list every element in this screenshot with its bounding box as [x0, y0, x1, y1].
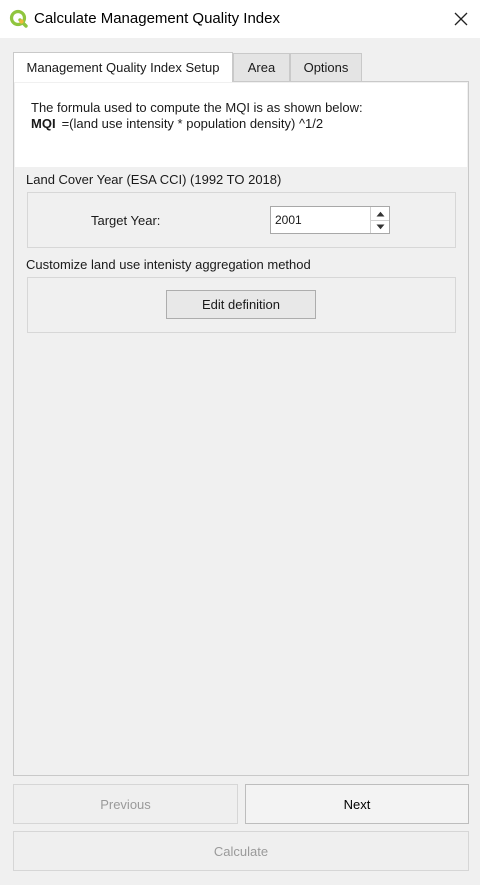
target-year-value[interactable]: 2001 [275, 213, 302, 227]
tab-label: Area [247, 60, 276, 75]
spin-up-button[interactable] [370, 207, 389, 221]
tab-area[interactable]: Area [233, 53, 290, 81]
tab-panel: The formula used to compute the MQI is a… [13, 81, 469, 776]
formula-expression: =(land use intensity * population densit… [61, 116, 324, 131]
window-title: Calculate Management Quality Index [34, 10, 280, 27]
next-button[interactable]: Next [245, 784, 469, 824]
qgis-logo-icon [9, 9, 28, 28]
formula-name: MQI [31, 116, 56, 131]
tab-label: Management Quality Index Setup [26, 60, 220, 75]
previous-label: Previous [100, 796, 151, 812]
previous-button[interactable]: Previous [13, 784, 238, 824]
calculate-label: Calculate [213, 843, 269, 859]
tab-options[interactable]: Options [290, 53, 362, 81]
target-year-spinbox[interactable]: 2001 [270, 206, 390, 234]
land-cover-section-label: Land Cover Year (ESA CCI) (1992 TO 2018) [26, 172, 282, 187]
spin-down-button[interactable] [370, 220, 389, 233]
aggregation-section-label: Customize land use intenisty aggregation… [26, 257, 311, 272]
aggregation-group: Edit definition [27, 277, 456, 333]
formula-intro: The formula used to compute the MQI is a… [31, 100, 363, 115]
arrow-up-icon [376, 211, 384, 216]
land-cover-group: Target Year: 2001 [27, 192, 456, 248]
edit-definition-label: Edit definition [201, 297, 281, 312]
calculate-button[interactable]: Calculate [13, 831, 469, 871]
formula-line: MQI =(land use intensity * population den… [31, 116, 323, 131]
target-year-label: Target Year: [91, 213, 161, 228]
tab-label: Options [303, 60, 349, 75]
title-bar: Calculate Management Quality Index [0, 0, 480, 38]
tab-management-quality-index-setup[interactable]: Management Quality Index Setup [13, 52, 233, 82]
close-button[interactable] [446, 4, 476, 34]
edit-definition-button[interactable]: Edit definition [166, 290, 316, 319]
close-icon [454, 12, 468, 26]
next-label: Next [343, 796, 371, 812]
arrow-down-icon [376, 224, 384, 229]
formula-box: The formula used to compute the MQI is a… [15, 83, 467, 167]
